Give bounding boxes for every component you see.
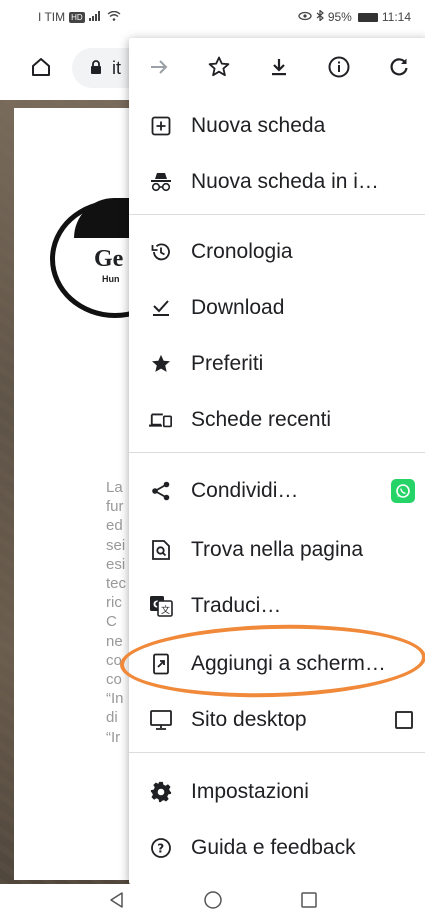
find-in-page-icon [149, 538, 173, 562]
history-icon [149, 240, 173, 264]
back-icon[interactable] [105, 888, 129, 912]
carrier-label: I TIM [38, 10, 66, 24]
menu-item-label: Nuova scheda [191, 114, 326, 137]
menu-item-settings[interactable]: Impostazioni [129, 764, 425, 820]
eye-comfort-icon [298, 10, 312, 24]
battery-percent: 95% [327, 10, 352, 24]
svg-text:文: 文 [161, 604, 170, 616]
logo-subtitle: Hun [102, 274, 120, 284]
signal-icon [88, 10, 103, 24]
home-icon[interactable] [26, 52, 56, 82]
menu-item-share[interactable]: Condividi… [129, 463, 425, 519]
menu-item-label: Condividi… [191, 479, 299, 502]
info-icon[interactable] [309, 38, 369, 96]
share-icon [149, 479, 173, 503]
menu-item-desktop-site[interactable]: Sito desktop [129, 692, 425, 748]
menu-item-downloads[interactable]: Download [129, 280, 425, 336]
help-icon: ? [149, 836, 173, 860]
svg-text:?: ? [157, 841, 164, 855]
home-nav-icon[interactable] [201, 888, 225, 912]
menu-item-add-to-home-screen[interactable]: Aggiungi a scherm… [129, 636, 425, 692]
incognito-icon [149, 170, 173, 194]
new-tab-icon [149, 114, 173, 138]
refresh-icon[interactable] [369, 38, 425, 96]
system-nav-bar [0, 884, 425, 916]
forward-icon[interactable] [129, 38, 189, 96]
menu-item-recent-tabs[interactable]: Schede recenti [129, 392, 425, 448]
menu-item-label: Aggiungi a scherm… [191, 652, 386, 675]
menu-item-label: Sito desktop [191, 708, 307, 731]
add-to-home-icon [149, 652, 173, 676]
menu-item-label: Schede recenti [191, 408, 332, 431]
status-right: 95% 11:14 [298, 9, 411, 24]
menu-item-new-tab[interactable]: Nuova scheda [129, 98, 425, 154]
star-icon[interactable] [189, 38, 249, 96]
battery-icon [357, 12, 378, 22]
menu-divider [129, 214, 425, 215]
whatsapp-icon[interactable] [391, 479, 415, 503]
menu-item-label: Nuova scheda in i… [191, 170, 379, 193]
menu-item-translate[interactable]: G文 Traduci… [129, 578, 425, 634]
download-icon[interactable] [249, 38, 309, 96]
menu-item-label: Preferiti [191, 352, 264, 375]
desktop-site-icon [149, 708, 173, 732]
bluetooth-icon [316, 9, 324, 24]
clock: 11:14 [381, 10, 411, 24]
overflow-menu: Nuova scheda Nuova scheda in i… Cronolog… [129, 38, 425, 884]
menu-item-label: Trova nella pagina [191, 538, 363, 561]
translate-icon: G文 [149, 594, 173, 618]
wifi-icon [107, 10, 121, 24]
url-text: it [112, 58, 121, 78]
menu-item-incognito-tab[interactable]: Nuova scheda in i… [129, 154, 425, 210]
recent-tabs-icon [149, 408, 173, 432]
menu-item-label: Impostazioni [191, 780, 309, 803]
menu-item-find-in-page[interactable]: Trova nella pagina [129, 522, 425, 578]
menu-item-label: Download [191, 296, 285, 319]
lock-icon [90, 60, 102, 80]
menu-action-row [129, 38, 425, 96]
menu-divider [129, 752, 425, 753]
menu-item-label: Cronologia [191, 240, 293, 263]
menu-item-bookmarks[interactable]: Preferiti [129, 336, 425, 392]
bookmarks-star-icon [149, 352, 173, 376]
menu-item-history[interactable]: Cronologia [129, 224, 425, 280]
status-left: I TIM HD [38, 10, 121, 24]
settings-icon [149, 780, 173, 804]
logo-wordmark: Ge [94, 246, 124, 272]
recents-icon[interactable] [297, 888, 321, 912]
downloads-icon [149, 296, 173, 320]
menu-item-label: Guida e feedback [191, 836, 356, 859]
hd-badge: HD [69, 11, 85, 23]
menu-item-help-feedback[interactable]: ? Guida e feedback [129, 820, 425, 876]
status-bar: I TIM HD 95% 11:14 [0, 0, 425, 36]
desktop-site-checkbox[interactable] [395, 711, 413, 729]
menu-item-label: Traduci… [191, 594, 282, 617]
menu-divider [129, 452, 425, 453]
